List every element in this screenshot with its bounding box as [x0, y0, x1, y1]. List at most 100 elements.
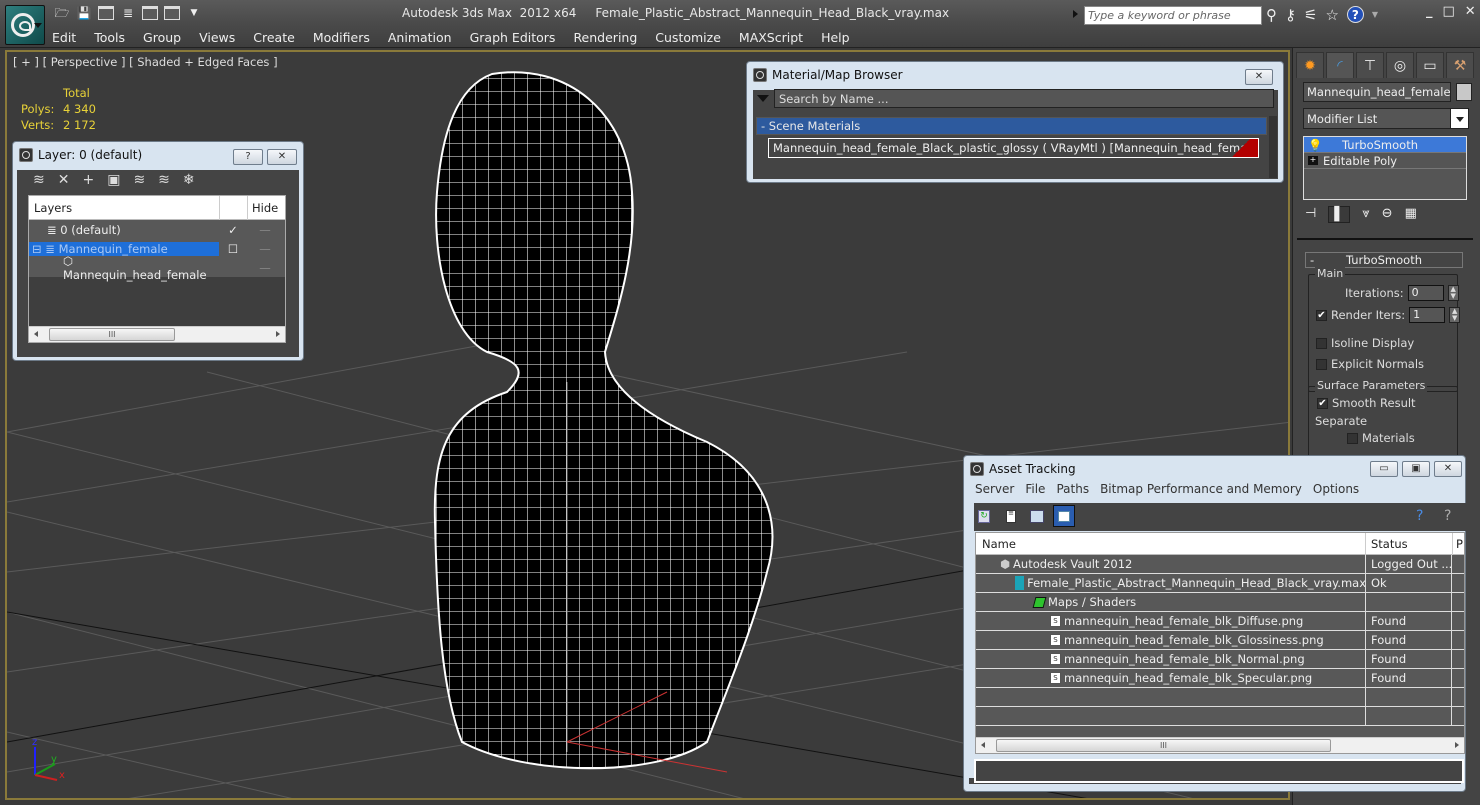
help-icon[interactable]: ?	[1346, 6, 1364, 23]
menu-server[interactable]: Server	[975, 482, 1014, 496]
stack-item-editable-poly[interactable]: + Editable Poly	[1304, 153, 1466, 169]
asset-row[interactable]: Maps / Shaders	[976, 593, 1464, 612]
menu-file[interactable]: File	[1025, 482, 1045, 496]
column-layers[interactable]: Layers	[29, 201, 219, 215]
configure-sets-icon[interactable]: ▦	[1405, 206, 1417, 223]
close-button[interactable]: ✕	[1434, 461, 1462, 477]
satellite-icon[interactable]: ⚟	[1304, 6, 1317, 24]
chevron-down-icon[interactable]	[1450, 109, 1468, 128]
object-color-swatch[interactable]	[1456, 83, 1472, 101]
add-to-layer-icon[interactable]: +	[82, 172, 94, 188]
menu-modifiers[interactable]: Modifiers	[313, 30, 370, 45]
open-icon[interactable]: 🗁	[54, 6, 70, 20]
material-item[interactable]: Mannequin_head_female_Black_plastic_glos…	[768, 138, 1259, 158]
menu-maxscript[interactable]: MAXScript	[739, 30, 803, 45]
modify-tab-icon[interactable]: ◜	[1326, 52, 1354, 78]
viewport-label[interactable]: [ + ] [ Perspective ] [ Shaded + Edged F…	[13, 55, 278, 69]
create-tab-icon[interactable]: ✹	[1296, 52, 1324, 78]
scroll-thumb[interactable]: III	[49, 328, 175, 341]
vault-options-icon[interactable]: ?	[1444, 508, 1451, 524]
hold-icon[interactable]	[142, 6, 158, 20]
current-layer-check[interactable]: ☐	[219, 242, 247, 256]
list-view-icon[interactable]: ≡	[1006, 510, 1016, 523]
spinner-arrows-icon[interactable]: ▲ ▼	[1449, 307, 1461, 323]
scroll-right-icon[interactable]	[1455, 742, 1459, 748]
tree-view-icon[interactable]	[1030, 510, 1044, 523]
keyword-search-input[interactable]: Type a keyword or phrase	[1084, 6, 1262, 25]
render-iters-checkbox[interactable]: ✔	[1316, 309, 1327, 321]
column-name[interactable]: Name	[976, 537, 1365, 551]
scroll-left-icon[interactable]	[34, 331, 38, 337]
turbosmooth-rollout-header[interactable]: - TurboSmooth	[1305, 252, 1463, 268]
delete-layer-icon[interactable]: ✕	[58, 172, 70, 188]
vertical-scrollbar[interactable]	[1269, 116, 1277, 178]
binoculars-icon[interactable]: ⚲	[1266, 6, 1277, 24]
iterations-spinner[interactable]: 0	[1407, 285, 1444, 301]
remove-modifier-icon[interactable]: ⊖	[1382, 206, 1393, 223]
maximize-button[interactable]: ▣	[1402, 461, 1430, 477]
table-view-icon[interactable]	[1053, 505, 1075, 527]
menu-options[interactable]: Options	[1313, 482, 1359, 496]
asset-row[interactable]: Female_Plastic_Abstract_Mannequin_Head_B…	[976, 574, 1464, 593]
minimize-button[interactable]: ▭	[1370, 461, 1398, 477]
menu-graph-editors[interactable]: Graph Editors	[470, 30, 556, 45]
menu-bitmap-performance[interactable]: Bitmap Performance and Memory	[1100, 482, 1302, 496]
menu-create[interactable]: Create	[253, 30, 295, 45]
asset-row[interactable]: Smannequin_head_female_blk_Specular.png …	[976, 669, 1464, 688]
current-layer-check[interactable]: ✓	[219, 223, 247, 237]
menu-edit[interactable]: Edit	[52, 30, 76, 45]
pin-stack-icon[interactable]: ⊣	[1305, 206, 1316, 223]
refresh-icon[interactable]: ↻	[978, 510, 990, 523]
project-folder-icon[interactable]: ≣	[120, 6, 136, 20]
menu-group[interactable]: Group	[143, 30, 181, 45]
hide-toggle[interactable]: —	[247, 242, 283, 256]
select-objects-icon[interactable]: ▣	[107, 172, 120, 188]
column-status[interactable]: Status	[1365, 532, 1452, 555]
explicit-normals-checkbox[interactable]	[1316, 358, 1327, 370]
lightbulb-icon[interactable]: 💡	[1308, 138, 1342, 152]
minimize-button[interactable]: _	[1426, 4, 1433, 19]
freeze-icon[interactable]: ❄	[183, 172, 195, 188]
highlight-layer-icon[interactable]: ≋	[133, 172, 145, 188]
show-end-result-icon[interactable]: ▌	[1328, 206, 1351, 223]
help-button[interactable]: ?	[233, 149, 263, 165]
hide-unhide-icon[interactable]: ≋	[158, 172, 170, 188]
asset-row[interactable]: Smannequin_head_female_blk_Diffuse.png F…	[976, 612, 1464, 631]
horizontal-scrollbar[interactable]: III	[976, 737, 1464, 753]
close-button[interactable]: ✕	[267, 149, 297, 165]
object-name-field[interactable]: Mannequin_head_female	[1303, 82, 1451, 102]
layer-row[interactable]: ≣ 0 (default) ✓ —	[29, 220, 285, 239]
menu-customize[interactable]: Customize	[655, 30, 721, 45]
scene-materials-group[interactable]: - Scene Materials	[756, 117, 1267, 135]
menu-help[interactable]: Help	[821, 30, 850, 45]
vault-help-icon[interactable]: ?	[1416, 508, 1423, 524]
options-menu-icon[interactable]	[757, 95, 769, 102]
materials-checkbox[interactable]	[1347, 432, 1358, 444]
expand-search-icon[interactable]	[1073, 10, 1078, 18]
spinner-arrows-icon[interactable]: ▲ ▼	[1447, 285, 1459, 301]
hide-toggle[interactable]: —	[247, 261, 283, 275]
column-extra[interactable]: P	[1452, 532, 1464, 555]
smooth-result-checkbox[interactable]: ✔	[1317, 397, 1328, 409]
scroll-right-icon[interactable]	[276, 331, 280, 337]
close-button[interactable]: ✕	[1245, 69, 1273, 85]
scroll-left-icon[interactable]	[981, 742, 985, 748]
fetch-icon[interactable]	[164, 6, 180, 20]
menu-tools[interactable]: Tools	[94, 30, 125, 45]
make-unique-icon[interactable]: ⩔	[1362, 206, 1369, 223]
close-button[interactable]: ✕	[1465, 4, 1476, 19]
utilities-tab-icon[interactable]: ⚒	[1446, 52, 1474, 78]
qat-more-icon[interactable]: ▼	[186, 6, 202, 20]
menu-views[interactable]: Views	[199, 30, 235, 45]
motion-tab-icon[interactable]: ◎	[1386, 52, 1414, 78]
expand-icon[interactable]: +	[1308, 156, 1318, 165]
save-icon[interactable]: 💾	[76, 6, 92, 20]
column-hide[interactable]: Hide	[247, 195, 283, 220]
menu-animation[interactable]: Animation	[388, 30, 452, 45]
asset-row[interactable]: Smannequin_head_female_blk_Normal.png Fo…	[976, 650, 1464, 669]
menu-paths[interactable]: Paths	[1056, 482, 1089, 496]
display-tab-icon[interactable]: ▭	[1416, 52, 1444, 78]
star-icon[interactable]: ☆	[1325, 6, 1338, 24]
horizontal-scrollbar[interactable]: III	[29, 326, 285, 342]
scroll-thumb[interactable]: III	[996, 739, 1331, 752]
